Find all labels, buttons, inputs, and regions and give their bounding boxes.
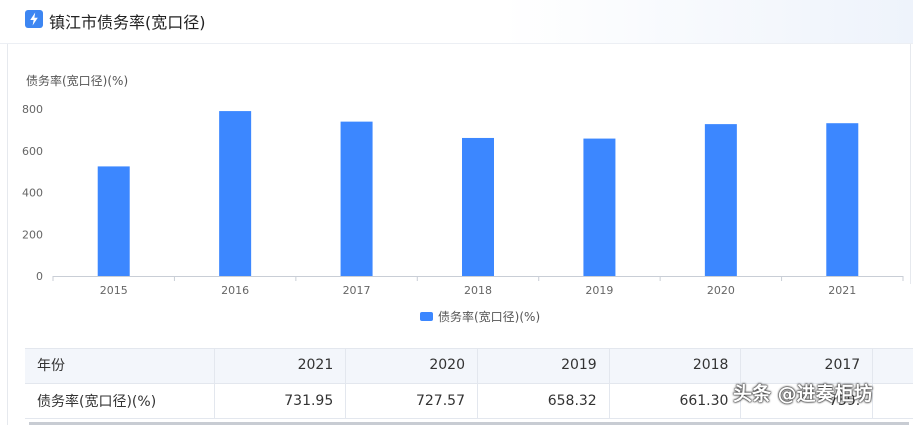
y-tick-label: 400 — [22, 187, 43, 200]
table-cell: 661.30 — [609, 383, 742, 419]
legend-swatch — [420, 311, 433, 321]
bar — [826, 123, 859, 276]
bar — [97, 166, 130, 276]
x-tick-label: 2015 — [100, 284, 128, 297]
table-cell: 658.32 — [477, 383, 610, 419]
x-tick-label: 2018 — [464, 284, 492, 297]
panel-header: 镇江市债务率(宽口径) — [0, 0, 913, 44]
table-cell: 727.57 — [345, 383, 478, 419]
y-tick-label: 200 — [22, 228, 43, 241]
x-tick-label: 2020 — [707, 284, 735, 297]
x-tick-label: 2021 — [828, 284, 856, 297]
y-tick-label: 800 — [22, 103, 43, 116]
table-header-cell: 2021 — [214, 348, 347, 384]
table-header-cell: 2019 — [477, 348, 610, 384]
bar — [583, 138, 616, 276]
page-title: 镇江市债务率(宽口径) — [49, 13, 206, 32]
legend-label: 债务率(宽口径)(%) — [438, 309, 541, 324]
table-header-cell: 年份 — [25, 348, 215, 384]
table-header-cell: 2020 — [345, 348, 478, 384]
lightning-icon — [25, 10, 43, 28]
watermark-text: 头条 @进奏柜坊 — [733, 382, 873, 405]
table-header-cell: 2016 — [872, 348, 913, 384]
bar-chart: 债务率(宽口径)(%) 0 200 400 600 800 2015 2016 2017 2018… — [0, 60, 913, 340]
table-cell — [872, 383, 913, 419]
chart-legend[interactable]: 债务率(宽口径)(%) — [420, 307, 540, 325]
bar — [704, 124, 737, 277]
x-tick-label: 2019 — [585, 284, 613, 297]
bar — [340, 121, 373, 276]
chart-canvas: 债务率(宽口径)(%) 0 200 400 600 800 2015 2016 2017 2018… — [22, 73, 904, 297]
x-tick-label: 2017 — [343, 284, 371, 297]
y-axis-title: 债务率(宽口径)(%) — [26, 73, 128, 88]
table-header-cell: 2018 — [609, 348, 742, 384]
table-cell: 731.95 — [214, 383, 347, 419]
table-cell: 债务率(宽口径)(%) — [25, 383, 215, 419]
bar — [462, 137, 494, 276]
y-tick-label: 600 — [22, 145, 43, 158]
bar — [219, 111, 252, 277]
table-top-rule — [25, 348, 913, 349]
y-tick-label: 0 — [36, 270, 43, 283]
x-tick-label: 2016 — [221, 284, 249, 297]
watermark: 头条 @进奏柜坊 — [733, 372, 873, 412]
